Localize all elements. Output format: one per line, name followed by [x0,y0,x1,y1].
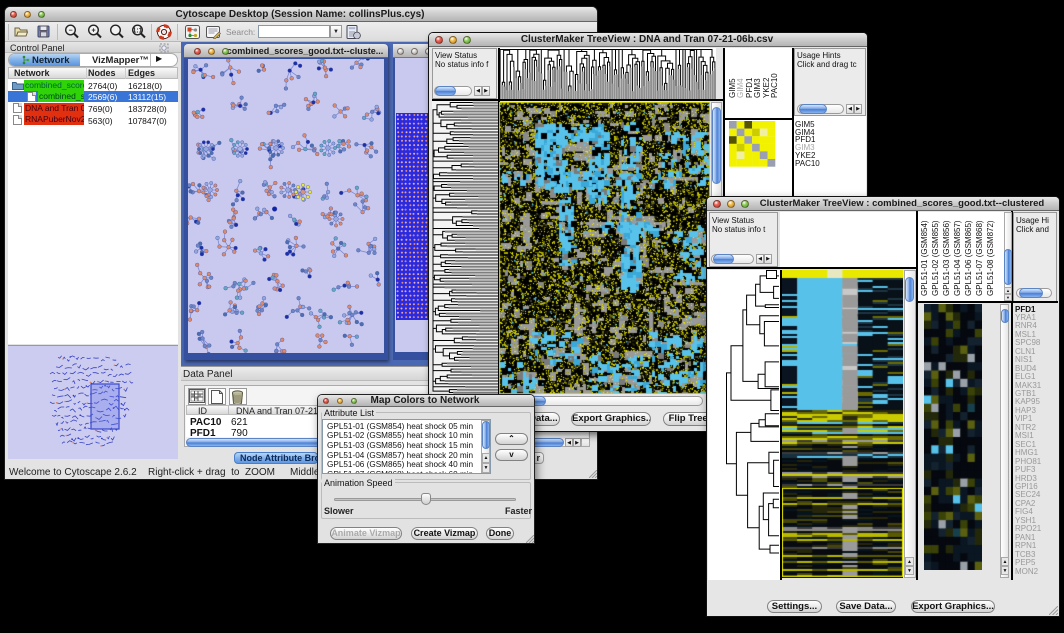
svg-text:−: − [68,27,72,34]
svg-text:1:1: 1:1 [132,27,142,34]
svg-text:+: + [91,27,95,34]
